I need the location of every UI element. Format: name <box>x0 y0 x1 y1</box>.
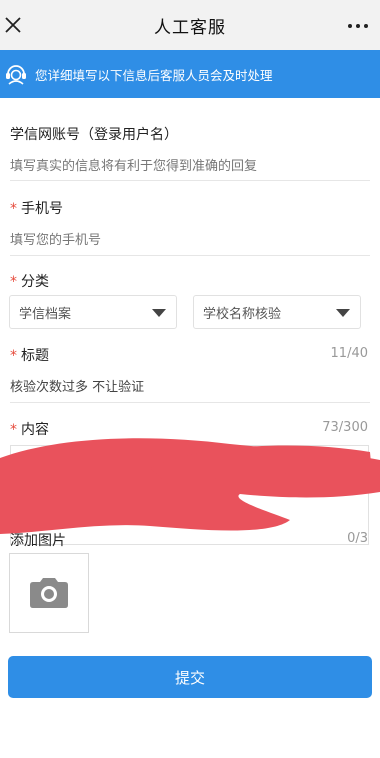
notice-banner: 您详细填写以下信息后客服人员会及时处理 <box>0 50 380 98</box>
close-icon[interactable] <box>2 12 24 38</box>
customer-service-icon <box>6 65 26 85</box>
subject-label-text: 标题 <box>21 348 49 364</box>
add-image-button[interactable] <box>9 553 89 633</box>
account-label: 学信网账号（登录用户名） <box>10 124 178 144</box>
images-label-text: 添加图片 <box>10 533 66 549</box>
chevron-down-icon <box>336 309 350 317</box>
subject-counter: 11/40 <box>330 346 368 361</box>
redaction-scribble <box>0 438 380 534</box>
phone-label-text: 手机号 <box>21 201 63 217</box>
divider <box>10 255 370 256</box>
category-select-value: 学信档案 <box>19 306 72 322</box>
notice-text: 您详细填写以下信息后客服人员会及时处理 <box>35 67 273 83</box>
submit-button[interactable]: 提交 <box>8 656 372 698</box>
divider <box>10 180 370 181</box>
category-label: * 分类 <box>10 271 49 291</box>
required-mark: * <box>10 274 17 290</box>
images-counter: 0/3 <box>347 531 368 546</box>
app-header: 人工客服 <box>0 0 380 50</box>
subject-label: * 标题 <box>10 345 49 365</box>
subcategory-select[interactable]: 学校名称核验 <box>193 295 361 329</box>
images-label: 添加图片 <box>10 530 66 550</box>
divider <box>10 402 370 403</box>
required-mark: * <box>10 201 17 217</box>
chevron-down-icon <box>152 309 166 317</box>
submit-label: 提交 <box>174 668 205 687</box>
account-input[interactable]: 填写真实的信息将有利于您得到准确的回复 <box>10 155 257 174</box>
camera-icon <box>30 578 68 608</box>
phone-input[interactable]: 填写您的手机号 <box>10 229 101 248</box>
page-title: 人工客服 <box>154 17 226 38</box>
subcategory-select-value: 学校名称核验 <box>203 306 282 322</box>
account-label-text: 学信网账号（登录用户名） <box>10 127 178 143</box>
more-icon[interactable] <box>346 14 370 38</box>
subject-input[interactable]: 核验次数过多 不让验证 <box>10 376 144 395</box>
phone-label: * 手机号 <box>10 198 63 218</box>
category-label-text: 分类 <box>21 274 49 290</box>
category-select[interactable]: 学信档案 <box>9 295 177 329</box>
required-mark: * <box>10 348 17 364</box>
